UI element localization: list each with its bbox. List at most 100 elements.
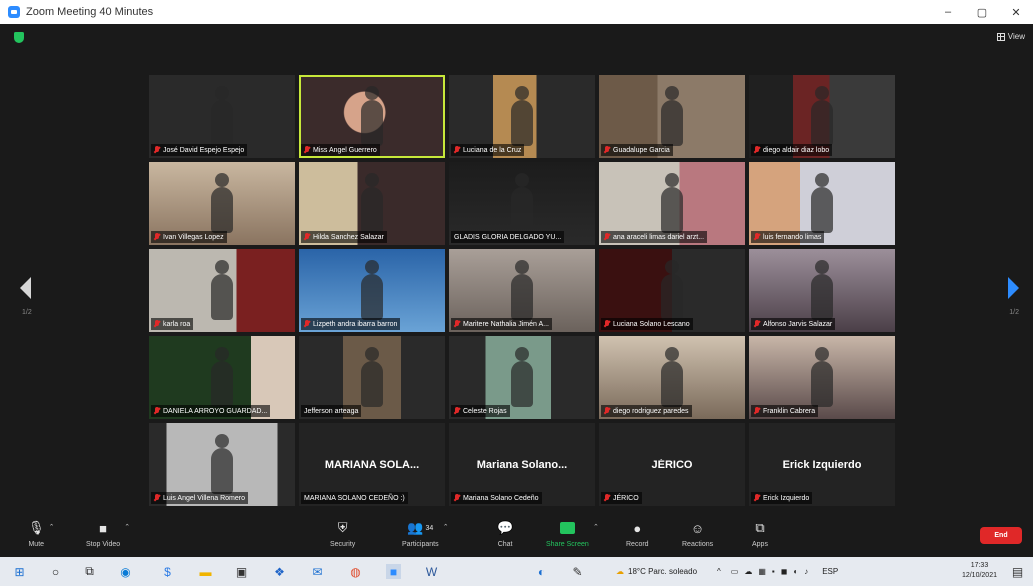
participants-button[interactable]: 👥 34 Participants ⌃ (402, 519, 449, 548)
participant-tile[interactable]: Luis Angel Villena Romero (149, 423, 295, 506)
task-view-icon[interactable]: ⧉ (82, 564, 97, 579)
view-button[interactable]: View (996, 32, 1025, 41)
participant-tile[interactable]: Franklin Cabrera (749, 336, 895, 419)
share-screen-button[interactable]: Share Screen ⌃ (546, 519, 599, 548)
muted-microphone-icon (154, 320, 160, 328)
chat-button[interactable]: 💬 Chat (497, 519, 513, 548)
participants-icon: 👥 34 (407, 520, 434, 535)
mail-icon[interactable]: ✉ (310, 564, 325, 579)
dropbox-icon[interactable]: ❖ (272, 564, 287, 579)
muted-microphone-icon (154, 494, 160, 502)
participant-name: Jefferson arteaga (304, 407, 359, 415)
edge-browser-icon[interactable]: ◉ (118, 564, 133, 579)
participant-name: Celeste Rojas (463, 407, 507, 415)
participant-name: diego rodriguez paredes (613, 407, 689, 415)
word-icon[interactable]: W (424, 564, 439, 579)
app-icon[interactable]: $ (160, 564, 175, 579)
search-icon[interactable]: ○ (48, 564, 63, 579)
participant-tile[interactable]: Mariana Solano... Mariana Solano Cedeño (449, 423, 595, 506)
chevron-up-icon[interactable]: ⌃ (443, 523, 449, 531)
chrome-icon[interactable]: ◍ (348, 564, 363, 579)
weather-text[interactable]: 18°C Parc. soleado (628, 567, 697, 576)
participant-tile[interactable]: Erick Izquierdo Erick Izquierdo (749, 423, 895, 506)
notifications-icon[interactable]: ▤ (1010, 564, 1025, 579)
participant-tile[interactable]: karla roa (149, 249, 295, 332)
participant-tile[interactable]: luis fernando limas (749, 162, 895, 245)
participant-name: Luciana de la Cruz (463, 146, 522, 154)
chevron-up-icon[interactable]: ⌃ (124, 523, 130, 531)
muted-microphone-icon (454, 494, 460, 502)
tray-chevron-icon[interactable]: ^ (717, 567, 721, 576)
next-page-arrow-icon[interactable] (1008, 277, 1019, 299)
participant-tile[interactable]: GLADIS GLORIA DELGADO YU... (449, 162, 595, 245)
participant-tile[interactable]: Lizpeth andra ibarra barron (299, 249, 445, 332)
participant-tile[interactable]: Maritere Nathalia Jimén A... (449, 249, 595, 332)
participant-name-label: Mariana Solano Cedeño (451, 492, 542, 504)
clock-date: 12/10/2021 (961, 572, 997, 579)
participant-tile[interactable]: Ivan Villegas Lopez (149, 162, 295, 245)
participant-tile[interactable]: JÉRICO JÉRICO (599, 423, 745, 506)
muted-microphone-icon (604, 494, 610, 502)
meeting-area: View 1/2 1/2 José David Espejo Espejo Mis… (0, 24, 1033, 513)
language-label[interactable]: ESP (822, 567, 838, 576)
zoom-taskbar-icon[interactable]: ■ (386, 564, 401, 579)
reactions-label: Reactions (682, 541, 714, 548)
participant-name-label: karla roa (151, 318, 194, 330)
participant-tile[interactable]: Luciana de la Cruz (449, 75, 595, 158)
record-button[interactable]: ● Record (626, 519, 649, 549)
participant-name-label: diego aldair diaz lobo (751, 144, 833, 156)
record-icon: ● (633, 520, 642, 536)
maximize-button[interactable]: ▢ (965, 0, 999, 24)
mute-label: Mute (28, 541, 45, 548)
security-label: Security (330, 541, 356, 548)
gallery-grid: José David Espejo Espejo Miss Angel Guerr… (149, 75, 895, 506)
participant-tile[interactable]: Hilda Sanchez Salazar (299, 162, 445, 245)
participant-tile[interactable]: Luciana Solano Lescano (599, 249, 745, 332)
video-feed (211, 173, 233, 233)
close-button[interactable]: ✕ (999, 0, 1033, 24)
video-feed (661, 260, 683, 320)
participant-name-label: Celeste Rojas (451, 405, 510, 417)
security-shield-icon[interactable] (14, 32, 24, 43)
participant-tile[interactable]: Jefferson arteaga (299, 336, 445, 419)
end-meeting-button[interactable]: End (980, 527, 1022, 544)
video-feed (811, 347, 833, 407)
participant-name: Luis Angel Villena Romero (163, 494, 245, 502)
apps-button[interactable]: ⧉ Apps (752, 519, 768, 548)
chevron-up-icon[interactable]: ⌃ (49, 523, 55, 531)
participant-display-name: JÉRICO (651, 459, 693, 471)
participant-tile[interactable]: DANIELA ARROYO GUARDAD... (149, 336, 295, 419)
security-button[interactable]: ⛨ Security (330, 519, 355, 548)
stop-video-button[interactable]: ■ Stop Video ⌃ (86, 519, 130, 549)
paint-icon[interactable]: ✎ (570, 564, 585, 579)
app2-icon[interactable]: ◐ (534, 564, 549, 579)
participant-name: Ivan Villegas Lopez (163, 233, 224, 241)
file-explorer-icon[interactable]: ▬ (198, 564, 213, 579)
participant-tile[interactable]: diego aldair diaz lobo (749, 75, 895, 158)
participant-tile[interactable]: Guadalupe Garcia (599, 75, 745, 158)
participant-name: Hilda Sanchez Salazar (313, 233, 384, 241)
participant-tile[interactable]: José David Espejo Espejo (149, 75, 295, 158)
previous-page-arrow-icon[interactable] (20, 277, 31, 299)
participant-tile[interactable]: ana araceli limas dariel arzt... (599, 162, 745, 245)
minimize-button[interactable]: – (931, 0, 965, 24)
chevron-up-icon[interactable]: ⌃ (593, 523, 599, 531)
participant-name-label: GLADIS GLORIA DELGADO YU... (451, 231, 565, 243)
windows-start-icon[interactable]: ⊞ (12, 564, 27, 579)
participant-tile[interactable]: diego rodriguez paredes (599, 336, 745, 419)
mute-button[interactable]: 🎙 Mute ⌃ (28, 519, 55, 548)
video-feed (661, 347, 683, 407)
participant-tile[interactable]: Alfonso Jarvis Salazar (749, 249, 895, 332)
grid-view-icon (996, 32, 1005, 41)
tray-icons[interactable]: ▭☁▦▪◼◐♪ (731, 567, 814, 576)
taskbar-clock[interactable]: 17:33 12/10/2021 (962, 561, 997, 581)
video-camera-icon: ■ (99, 520, 107, 536)
participant-tile[interactable]: Miss Angel Guerrero (299, 75, 445, 158)
reactions-button[interactable]: ☺ Reactions (682, 519, 714, 549)
store-icon[interactable]: ▣ (234, 564, 249, 579)
participant-tile[interactable]: MARIANA SOLA... MARIANA SOLANO CEDEÑO :) (299, 423, 445, 506)
participant-name: Mariana Solano Cedeño (463, 494, 539, 502)
participant-name-label: JÉRICO (601, 492, 642, 504)
participant-tile[interactable]: Celeste Rojas (449, 336, 595, 419)
muted-microphone-icon (154, 407, 160, 415)
